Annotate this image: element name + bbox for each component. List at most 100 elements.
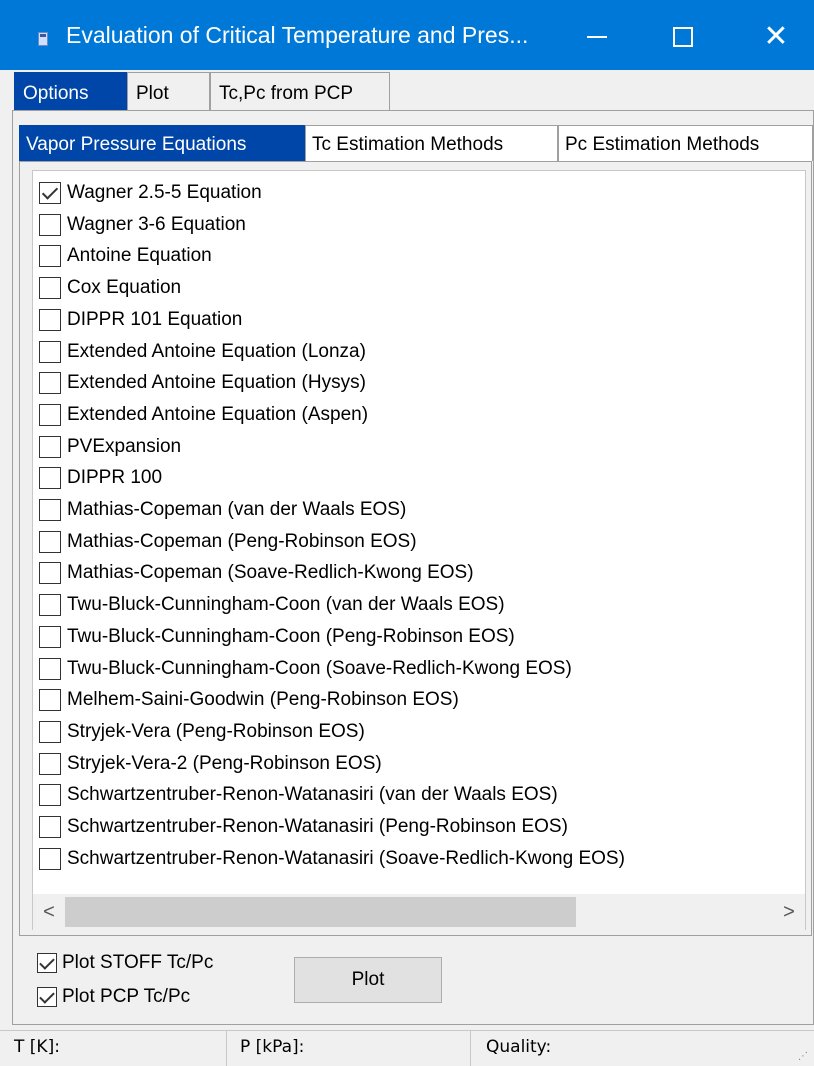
equation-label: Schwartzentruber-Renon-Watanasiri (van d… <box>67 784 558 806</box>
app-icon <box>38 32 48 46</box>
equation-checkbox[interactable] <box>39 499 61 521</box>
options-panel: Vapor Pressure Equations Tc Estimation M… <box>12 110 814 1025</box>
equation-checkbox[interactable] <box>39 245 61 268</box>
equation-label: Stryjek-Vera-2 (Peng-Robinson EOS) <box>67 752 382 774</box>
equation-checkbox[interactable] <box>39 594 61 617</box>
list-item[interactable]: Extended Antoine Equation (Lonza) <box>39 336 366 368</box>
list-item[interactable]: Mathias-Copeman (Soave-Redlich-Kwong EOS… <box>39 557 474 589</box>
equation-checkbox[interactable] <box>39 435 61 458</box>
tab-tc-pc-from-pcp[interactable]: Tc,Pc from PCP <box>210 72 390 110</box>
equation-checkbox[interactable] <box>39 467 61 490</box>
list-item[interactable]: Wagner 3-6 Equation <box>39 209 246 241</box>
close-button[interactable]: ✕ <box>741 10 811 64</box>
maximize-icon <box>673 27 693 47</box>
list-item[interactable]: DIPPR 101 Equation <box>39 304 242 336</box>
list-item[interactable]: Extended Antoine Equation (Hysys) <box>39 367 366 399</box>
equation-label: Cox Equation <box>67 277 182 299</box>
list-item[interactable]: Twu-Bluck-Cunningham-Coon (Peng-Robinson… <box>39 621 515 653</box>
status-pressure: P [kPa]: <box>240 1037 305 1057</box>
list-item[interactable]: Cox Equation <box>39 272 181 304</box>
list-item[interactable]: Antoine Equation <box>39 240 212 272</box>
equation-checkbox[interactable] <box>39 530 61 553</box>
scroll-left-button[interactable]: < <box>33 894 65 930</box>
list-item[interactable]: Schwartzentruber-Renon-Watanasiri (van d… <box>39 779 558 811</box>
equation-label: Mathias-Copeman (Peng-Robinson EOS) <box>67 530 417 552</box>
equation-label: Extended Antoine Equation (Hysys) <box>67 372 366 394</box>
close-icon: ✕ <box>763 20 789 53</box>
equation-checkbox[interactable] <box>39 562 61 585</box>
equation-label: Extended Antoine Equation (Lonza) <box>67 340 366 362</box>
equation-label: Wagner 2.5-5 Equation <box>67 182 262 203</box>
equation-list[interactable]: Wagner 2.5-5 Equation Wagner 3-6 Equation… <box>32 170 806 930</box>
equation-label: Mathias-Copeman (van der Waals EOS) <box>67 499 407 520</box>
chevron-right-icon: > <box>783 900 795 923</box>
list-item[interactable]: Twu-Bluck-Cunningham-Coon (Soave-Redlich… <box>39 653 572 685</box>
list-item[interactable]: DIPPR 100 <box>39 462 162 494</box>
equation-checkbox[interactable] <box>39 182 61 204</box>
tab-vapor-pressure-equations[interactable]: Vapor Pressure Equations <box>19 125 305 161</box>
equation-label: Melhem-Saini-Goodwin (Peng-Robinson EOS) <box>67 689 459 711</box>
equation-checkbox[interactable] <box>39 340 61 363</box>
tab-plot[interactable]: Plot <box>127 72 210 110</box>
list-item[interactable]: Mathias-Copeman (van der Waals EOS) <box>39 494 406 526</box>
equation-checkbox[interactable] <box>39 213 61 236</box>
plot-stoff-label: Plot STOFF Tc/Pc <box>62 952 214 973</box>
scroll-thumb[interactable] <box>65 897 576 927</box>
list-item[interactable]: Extended Antoine Equation (Aspen) <box>39 399 368 431</box>
window-title: Evaluation of Critical Temperature and P… <box>66 22 529 48</box>
resize-grip-icon[interactable]: ⋰ <box>798 1051 808 1062</box>
title-bar[interactable]: Evaluation of Critical Temperature and P… <box>0 0 814 70</box>
equation-checkbox[interactable] <box>39 277 61 300</box>
minimize-button[interactable] <box>562 10 632 64</box>
plot-pcp-checkbox[interactable] <box>37 987 57 1007</box>
equation-label: Schwartzentruber-Renon-Watanasiri (Peng-… <box>67 816 568 837</box>
equation-checkbox[interactable] <box>39 372 61 395</box>
minimize-icon <box>587 36 607 38</box>
equation-label: DIPPR 101 Equation <box>67 308 243 330</box>
plot-stoff-option[interactable]: Plot STOFF Tc/Pc <box>37 949 213 977</box>
equation-checkbox[interactable] <box>39 847 61 870</box>
list-item[interactable]: Schwartzentruber-Renon-Watanasiri (Soave… <box>39 843 625 875</box>
equation-label: Stryjek-Vera (Peng-Robinson EOS) <box>67 720 365 742</box>
equation-label: Schwartzentruber-Renon-Watanasiri (Soave… <box>67 847 625 869</box>
tab-tc-estimation-methods[interactable]: Tc Estimation Methods <box>305 125 558 161</box>
list-item[interactable]: Schwartzentruber-Renon-Watanasiri (Peng-… <box>39 811 568 843</box>
equation-label: Mathias-Copeman (Soave-Redlich-Kwong EOS… <box>67 562 474 584</box>
status-divider <box>470 1031 471 1066</box>
tab-options[interactable]: Options <box>14 72 127 110</box>
plot-pcp-label: Plot PCP Tc/Pc <box>62 986 191 1007</box>
equation-checkbox[interactable] <box>39 625 61 648</box>
list-item[interactable]: Wagner 2.5-5 Equation <box>39 177 262 209</box>
chevron-left-icon: < <box>43 900 55 923</box>
equation-checkbox[interactable] <box>39 689 61 712</box>
equation-label: Antoine Equation <box>67 245 212 267</box>
list-item[interactable]: Stryjek-Vera (Peng-Robinson EOS) <box>39 716 365 748</box>
list-item[interactable]: Mathias-Copeman (Peng-Robinson EOS) <box>39 526 417 558</box>
maximize-button[interactable] <box>648 10 718 64</box>
equation-checkbox[interactable] <box>39 657 61 680</box>
equation-checkbox[interactable] <box>39 784 61 807</box>
equation-checkbox[interactable] <box>39 308 61 331</box>
list-item[interactable]: PVExpansion <box>39 431 181 463</box>
equation-label: Twu-Bluck-Cunningham-Coon (Peng-Robinson… <box>67 625 515 647</box>
equation-label: Twu-Bluck-Cunningham-Coon (Soave-Redlich… <box>67 657 572 679</box>
equation-label: Wagner 3-6 Equation <box>67 213 246 235</box>
tab-pc-estimation-methods[interactable]: Pc Estimation Methods <box>558 125 813 161</box>
list-item[interactable]: Stryjek-Vera-2 (Peng-Robinson EOS) <box>39 748 382 780</box>
equation-label: Twu-Bluck-Cunningham-Coon (van der Waals… <box>67 594 505 616</box>
status-bar: T [K]: P [kPa]: Quality: ⋰ <box>0 1030 814 1066</box>
equation-checkbox[interactable] <box>39 752 61 775</box>
list-item[interactable]: Twu-Bluck-Cunningham-Coon (van der Waals… <box>39 589 505 621</box>
horizontal-scrollbar[interactable]: < > <box>33 894 805 930</box>
plot-stoff-checkbox[interactable] <box>37 953 57 973</box>
plot-button[interactable]: Plot <box>294 957 442 1003</box>
equation-checkbox[interactable] <box>39 403 61 426</box>
equation-label: Extended Antoine Equation (Aspen) <box>67 403 369 425</box>
plot-pcp-option[interactable]: Plot PCP Tc/Pc <box>37 983 190 1011</box>
status-divider <box>226 1031 227 1066</box>
list-item[interactable]: Melhem-Saini-Goodwin (Peng-Robinson EOS) <box>39 684 459 716</box>
equation-checkbox[interactable] <box>39 816 61 838</box>
scroll-right-button[interactable]: > <box>773 894 805 930</box>
status-temperature: T [K]: <box>14 1037 60 1057</box>
equation-checkbox[interactable] <box>39 720 61 743</box>
